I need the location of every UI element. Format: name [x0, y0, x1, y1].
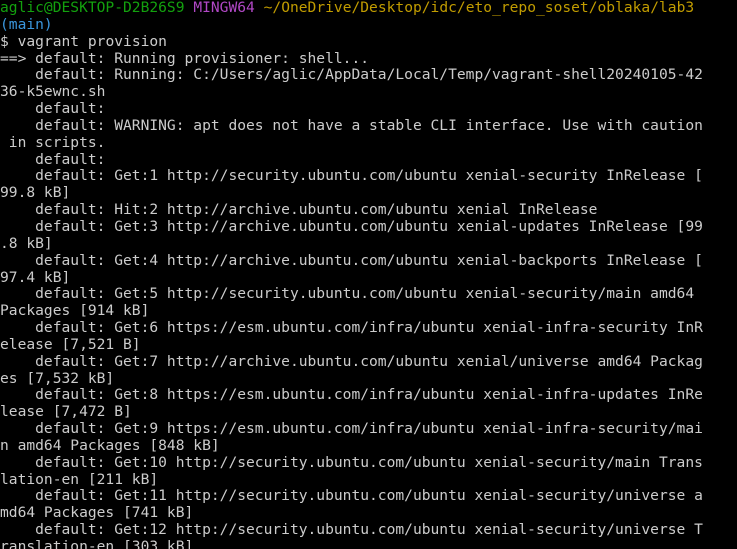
output-line: 97.4 kB]: [0, 269, 71, 286]
output-line: in scripts.: [0, 134, 106, 151]
output-line: default: Get:6 https://esm.ubuntu.com/in…: [0, 320, 703, 337]
output-line: elease [7,521 B]: [0, 336, 141, 353]
output-line: Packages [914 kB]: [0, 303, 150, 320]
output-line: default: Hit:2 http://archive.ubuntu.com…: [0, 202, 598, 219]
output-line: default: Get:12 http://security.ubuntu.c…: [0, 522, 703, 539]
output-line: default: WARNING: apt does not have a st…: [0, 117, 703, 134]
output-line: lease [7,472 B]: [0, 404, 132, 421]
prompt-user-host: aglic@DESKTOP-D2B26S9: [0, 0, 185, 16]
output-line: .8 kB]: [0, 235, 53, 252]
output-line: 36-k5ewnc.sh: [0, 84, 106, 101]
output-line: default: Get:4 http://archive.ubuntu.com…: [0, 252, 703, 269]
command-text: vagrant provision: [17, 33, 167, 50]
output-line: default: Get:8 https://esm.ubuntu.com/in…: [0, 387, 703, 404]
prompt-shell: MINGW64: [193, 0, 255, 16]
output-line: default: Get:1 http://security.ubuntu.co…: [0, 168, 703, 185]
output-line: default:: [0, 101, 106, 118]
command-output: ==> default: Running provisioner: shell.…: [0, 51, 737, 549]
prompt-line: aglic@DESKTOP-D2B26S9 MINGW64 ~/OneDrive…: [0, 0, 737, 17]
command-line: $ vagrant provision: [0, 34, 737, 51]
output-line: default: Get:9 https://esm.ubuntu.com/in…: [0, 421, 703, 438]
output-line: default: Get:7 http://archive.ubuntu.com…: [0, 353, 703, 370]
output-line: ranslation-en [303 kB]: [0, 539, 194, 549]
output-line: es [7,532 kB]: [0, 370, 115, 387]
prompt-branch-line: (main): [0, 17, 737, 34]
prompt-symbol: $: [0, 33, 9, 50]
output-line: lation-en [211 kB]: [0, 471, 159, 488]
output-line: default:: [0, 151, 106, 168]
output-line: n amd64 Packages [848 kB]: [0, 437, 220, 454]
prompt-path: ~/OneDrive/Desktop/idc/eto_repo_soset/ob…: [263, 0, 695, 16]
output-line: default: Get:5 http://security.ubuntu.co…: [0, 286, 695, 303]
output-line: default: Get:10 http://security.ubuntu.c…: [0, 454, 703, 471]
output-line: md64 Packages [741 kB]: [0, 505, 194, 522]
terminal-window[interactable]: aglic@DESKTOP-D2B26S9 MINGW64 ~/OneDrive…: [0, 0, 737, 549]
output-line: default: Get:11 http://security.ubuntu.c…: [0, 488, 703, 505]
prompt-branch: (main): [0, 16, 53, 33]
output-line: default: Get:3 http://archive.ubuntu.com…: [0, 218, 703, 235]
output-line: 99.8 kB]: [0, 185, 71, 202]
output-line: default: Running: C:/Users/aglic/AppData…: [0, 67, 703, 84]
output-line: ==> default: Running provisioner: shell.…: [0, 50, 370, 67]
